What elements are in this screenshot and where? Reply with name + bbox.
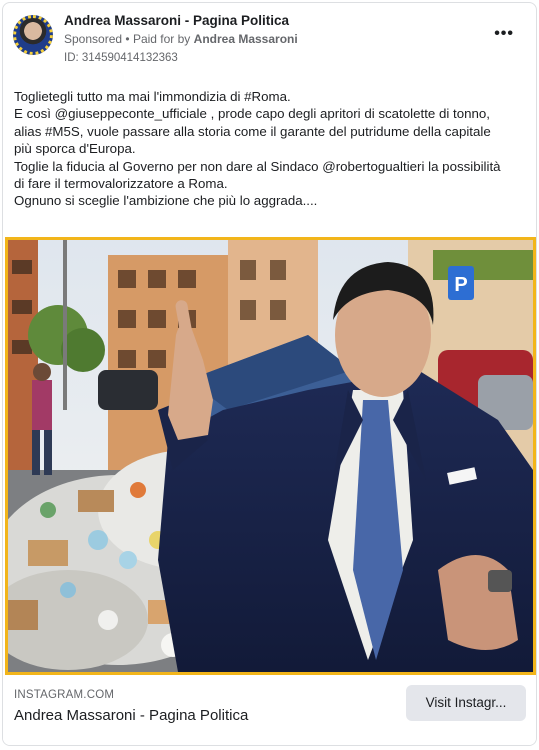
person — [32, 380, 52, 430]
ad-header: Andrea Massaroni - Pagina Politica Spons… — [3, 3, 536, 73]
ad-card: Andrea Massaroni - Pagina Politica Spons… — [2, 2, 537, 746]
sponsored-label: Sponsored — [64, 32, 123, 46]
dark-car — [98, 370, 158, 410]
sponsored-meta: Sponsored • Paid for by Andrea Massaroni — [64, 32, 298, 46]
parking-sign-letter: P — [454, 274, 467, 296]
street-pole — [63, 240, 67, 410]
paid-for-name: Andrea Massaroni — [193, 32, 298, 46]
link-title[interactable]: Andrea Massaroni - Pagina Politica — [14, 707, 248, 724]
paid-for-prefix: Paid for by — [132, 32, 191, 46]
post-line: più sporca d'Europa. — [14, 141, 136, 157]
ad-footer[interactable]: INSTAGRAM.COM Andrea Massaroni - Pagina … — [3, 677, 536, 745]
page-name-link[interactable]: Andrea Massaroni - Pagina Politica — [64, 13, 289, 28]
ad-id: ID: 314590414132363 — [64, 52, 178, 64]
page-avatar[interactable] — [13, 15, 53, 55]
more-options-icon[interactable]: ••• — [494, 25, 514, 43]
post-line: E così @giuseppeconte_ufficiale , prode … — [14, 106, 490, 122]
meta-separator: • — [125, 32, 130, 46]
visit-instagram-button[interactable]: Visit Instagr... — [406, 685, 526, 721]
post-line: alias #M5S, vuole passare alla storia co… — [14, 123, 491, 139]
ad-image[interactable]: P — [5, 237, 536, 675]
ad-image-illustration: P — [8, 240, 533, 672]
post-line: di fare il termovalorizzatore a Roma. — [14, 176, 228, 192]
eu-stars-ring — [13, 15, 53, 55]
post-text: Toglietegli tutto ma mai l'immondizia di… — [14, 88, 530, 210]
post-line: Ognuno si sceglie l'ambizione che più lo… — [14, 193, 318, 209]
post-line: Toglietegli tutto ma mai l'immondizia di… — [14, 89, 291, 104]
link-domain: INSTAGRAM.COM — [14, 689, 115, 701]
post-line: Toglie la fiducia al Governo per non dar… — [14, 158, 501, 174]
